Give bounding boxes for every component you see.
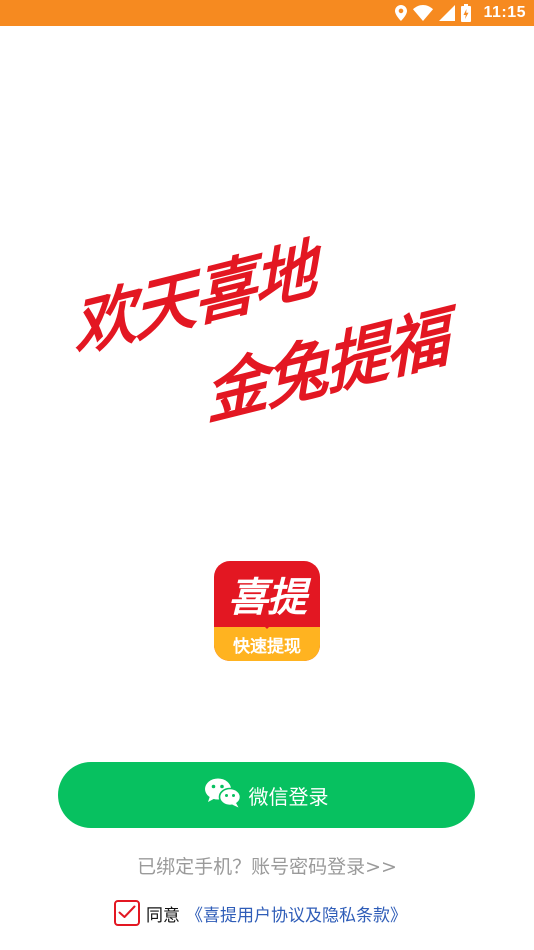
wechat-icon [204,778,241,812]
status-time: 11:15 [483,4,526,21]
checkmark-icon [118,904,136,923]
status-bar: 11:15 [0,0,534,26]
app-logo-title: 喜提 [228,575,307,621]
location-icon [395,5,408,21]
battery-icon [461,4,472,22]
agreement-prefix: 同意 [146,905,180,926]
agreement-checkbox[interactable] [114,900,140,926]
status-icons: 11:15 [395,0,526,26]
app-logo-notch [257,619,277,629]
app-logo-subtitle: 快速提现 [214,627,320,661]
app-logo: 喜提 快速提现 [214,561,320,661]
account-password-login-link[interactable]: 已绑定手机？账号密码登录>> [0,852,534,879]
wechat-login-label: 微信登录 [248,784,329,809]
slogan-graphic: 欢天喜地 金兔提福 [70,205,490,435]
wechat-login-button[interactable]: 微信登录 [58,762,475,828]
signal-icon [439,5,456,21]
agreement-row: 同意 《喜提用户协议及隐私条款》 [114,899,407,927]
terms-privacy-link[interactable]: 《喜提用户协议及隐私条款》 [186,901,407,926]
wifi-icon [413,5,434,21]
